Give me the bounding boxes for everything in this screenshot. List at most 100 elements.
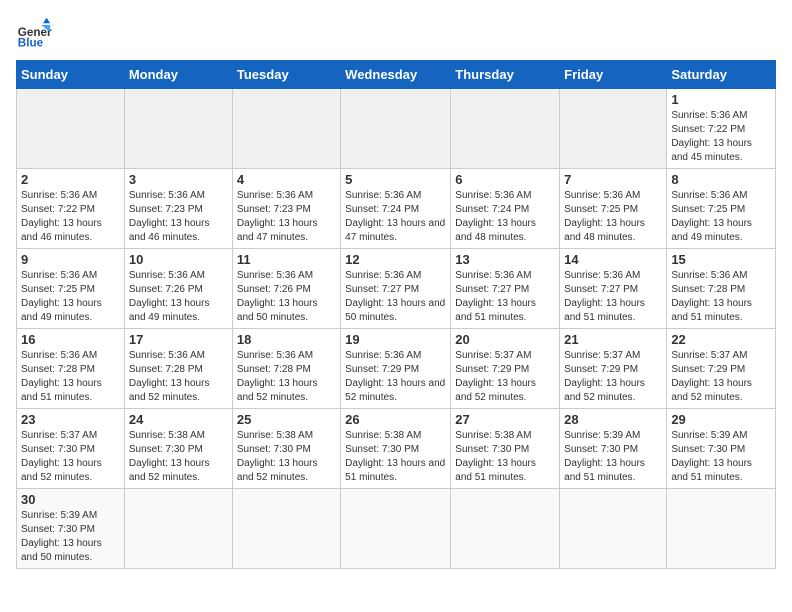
calendar-cell: 11 Sunrise: 5:36 AMSunset: 7:26 PMDayligh… — [232, 249, 340, 329]
weekday-header-sunday: Sunday — [17, 61, 125, 89]
day-info: Sunrise: 5:38 AMSunset: 7:30 PMDaylight:… — [129, 429, 228, 485]
day-number: 12 — [345, 252, 446, 267]
calendar-week-row: 9Sunrise: 5:36 AMSunset: 7:25 PMDaylight… — [17, 249, 776, 329]
calendar-cell: 10 Sunrise: 5:36 AMSunset: 7:26 PMDayligh… — [124, 249, 232, 329]
day-number: 23 — [21, 412, 120, 427]
day-number: 14 — [564, 252, 662, 267]
day-number: 28 — [564, 412, 662, 427]
day-number: 25 — [237, 412, 336, 427]
day-number: 5 — [345, 172, 446, 187]
calendar-cell: 16 Sunrise: 5:36 AMSunset: 7:28 PMDayligh… — [17, 329, 125, 409]
calendar-cell: 26 Sunrise: 5:38 AMSunset: 7:30 PMDayligh… — [341, 409, 451, 489]
weekday-header-tuesday: Tuesday — [232, 61, 340, 89]
weekday-header-row: SundayMondayTuesdayWednesdayThursdayFrid… — [17, 61, 776, 89]
calendar-cell: 28 Sunrise: 5:39 AMSunset: 7:30 PMDayligh… — [560, 409, 667, 489]
calendar-cell: 3Sunrise: 5:36 AMSunset: 7:23 PMDaylight… — [124, 169, 232, 249]
day-info: Sunrise: 5:37 AMSunset: 7:30 PMDaylight:… — [21, 429, 120, 485]
calendar-cell: 6 Sunrise: 5:36 AMSunset: 7:24 PMDaylight… — [451, 169, 560, 249]
day-info: Sunrise: 5:39 AMSunset: 7:30 PMDaylight:… — [671, 429, 771, 485]
weekday-header-wednesday: Wednesday — [341, 61, 451, 89]
calendar-cell: 1 Sunrise: 5:36 AMSunset: 7:22 PMDaylight… — [667, 89, 776, 169]
day-info: Sunrise: 5:36 AMSunset: 7:26 PMDaylight:… — [237, 269, 336, 325]
calendar-cell: 13Sunrise: 5:36 AMSunset: 7:27 PMDayligh… — [451, 249, 560, 329]
day-info: Sunrise: 5:39 AMSunset: 7:30 PMDaylight:… — [21, 509, 120, 565]
day-number: 2 — [21, 172, 120, 187]
day-info: Sunrise: 5:38 AMSunset: 7:30 PMDaylight:… — [455, 429, 555, 485]
day-info: Sunrise: 5:36 AMSunset: 7:27 PMDaylight:… — [564, 269, 662, 325]
day-info: Sunrise: 5:36 AMSunset: 7:25 PMDaylight:… — [671, 189, 771, 245]
svg-text:Blue: Blue — [18, 37, 44, 50]
calendar-cell: 4Sunrise: 5:36 AMSunset: 7:23 PMDaylight… — [232, 169, 340, 249]
calendar-cell: 25 Sunrise: 5:38 AMSunset: 7:30 PMDayligh… — [232, 409, 340, 489]
day-info: Sunrise: 5:37 AMSunset: 7:29 PMDaylight:… — [564, 349, 662, 405]
calendar-cell: 2 Sunrise: 5:36 AMSunset: 7:22 PMDaylight… — [17, 169, 125, 249]
day-info: Sunrise: 5:36 AMSunset: 7:24 PMDaylight:… — [455, 189, 555, 245]
calendar-cell: 20Sunrise: 5:37 AMSunset: 7:29 PMDayligh… — [451, 329, 560, 409]
day-number: 11 — [237, 252, 336, 267]
day-number: 17 — [129, 332, 228, 347]
calendar-cell: 27 Sunrise: 5:38 AMSunset: 7:30 PMDayligh… — [451, 409, 560, 489]
day-number: 16 — [21, 332, 120, 347]
day-number: 26 — [345, 412, 446, 427]
weekday-header-saturday: Saturday — [667, 61, 776, 89]
day-info: Sunrise: 5:36 AMSunset: 7:27 PMDaylight:… — [455, 269, 555, 325]
calendar-cell: 15Sunrise: 5:36 AMSunset: 7:28 PMDayligh… — [667, 249, 776, 329]
calendar-cell: 21 Sunrise: 5:37 AMSunset: 7:29 PMDayligh… — [560, 329, 667, 409]
calendar-cell: 29 Sunrise: 5:39 AMSunset: 7:30 PMDayligh… — [667, 409, 776, 489]
day-number: 7 — [564, 172, 662, 187]
calendar-week-row: 1 Sunrise: 5:36 AMSunset: 7:22 PMDaylight… — [17, 89, 776, 169]
day-number: 1 — [671, 92, 771, 107]
calendar-cell: 12 Sunrise: 5:36 AMSunset: 7:27 PMDayligh… — [341, 249, 451, 329]
calendar-cell — [124, 89, 232, 169]
day-number: 22 — [671, 332, 771, 347]
calendar-cell — [341, 89, 451, 169]
logo-icon: General Blue — [16, 16, 52, 52]
calendar-cell: 5 Sunrise: 5:36 AMSunset: 7:24 PMDaylight… — [341, 169, 451, 249]
day-number: 21 — [564, 332, 662, 347]
day-info: Sunrise: 5:36 AMSunset: 7:28 PMDaylight:… — [671, 269, 771, 325]
calendar-cell — [451, 489, 560, 569]
day-number: 18 — [237, 332, 336, 347]
day-number: 9 — [21, 252, 120, 267]
weekday-header-thursday: Thursday — [451, 61, 560, 89]
day-info: Sunrise: 5:38 AMSunset: 7:30 PMDaylight:… — [345, 429, 446, 485]
calendar-cell — [232, 89, 340, 169]
day-number: 4 — [237, 172, 336, 187]
day-number: 8 — [671, 172, 771, 187]
weekday-header-monday: Monday — [124, 61, 232, 89]
calendar-week-row: 2 Sunrise: 5:36 AMSunset: 7:22 PMDaylight… — [17, 169, 776, 249]
calendar-cell — [124, 489, 232, 569]
day-info: Sunrise: 5:36 AMSunset: 7:28 PMDaylight:… — [21, 349, 120, 405]
day-number: 19 — [345, 332, 446, 347]
calendar-week-row: 23 Sunrise: 5:37 AMSunset: 7:30 PMDayligh… — [17, 409, 776, 489]
day-number: 10 — [129, 252, 228, 267]
day-info: Sunrise: 5:36 AMSunset: 7:27 PMDaylight:… — [345, 269, 446, 325]
day-number: 27 — [455, 412, 555, 427]
logo: General Blue — [16, 16, 52, 52]
calendar-week-row: 30 Sunrise: 5:39 AMSunset: 7:30 PMDayligh… — [17, 489, 776, 569]
day-number: 6 — [455, 172, 555, 187]
day-number: 24 — [129, 412, 228, 427]
weekday-header-friday: Friday — [560, 61, 667, 89]
day-info: Sunrise: 5:36 AMSunset: 7:28 PMDaylight:… — [237, 349, 336, 405]
calendar-cell: 17Sunrise: 5:36 AMSunset: 7:28 PMDayligh… — [124, 329, 232, 409]
day-info: Sunrise: 5:37 AMSunset: 7:29 PMDaylight:… — [455, 349, 555, 405]
day-info: Sunrise: 5:38 AMSunset: 7:30 PMDaylight:… — [237, 429, 336, 485]
calendar-cell: 23 Sunrise: 5:37 AMSunset: 7:30 PMDayligh… — [17, 409, 125, 489]
calendar-cell: 7Sunrise: 5:36 AMSunset: 7:25 PMDaylight… — [560, 169, 667, 249]
day-info: Sunrise: 5:36 AMSunset: 7:22 PMDaylight:… — [671, 109, 771, 165]
calendar-cell — [667, 489, 776, 569]
day-info: Sunrise: 5:36 AMSunset: 7:26 PMDaylight:… — [129, 269, 228, 325]
day-info: Sunrise: 5:36 AMSunset: 7:24 PMDaylight:… — [345, 189, 446, 245]
day-number: 30 — [21, 492, 120, 507]
calendar-cell: 14 Sunrise: 5:36 AMSunset: 7:27 PMDayligh… — [560, 249, 667, 329]
calendar-cell: 30 Sunrise: 5:39 AMSunset: 7:30 PMDayligh… — [17, 489, 125, 569]
day-number: 29 — [671, 412, 771, 427]
day-info: Sunrise: 5:39 AMSunset: 7:30 PMDaylight:… — [564, 429, 662, 485]
calendar-week-row: 16 Sunrise: 5:36 AMSunset: 7:28 PMDayligh… — [17, 329, 776, 409]
calendar-cell — [560, 89, 667, 169]
calendar-cell: 18 Sunrise: 5:36 AMSunset: 7:28 PMDayligh… — [232, 329, 340, 409]
calendar-cell: 24 Sunrise: 5:38 AMSunset: 7:30 PMDayligh… — [124, 409, 232, 489]
calendar-cell — [341, 489, 451, 569]
day-info: Sunrise: 5:36 AMSunset: 7:22 PMDaylight:… — [21, 189, 120, 245]
